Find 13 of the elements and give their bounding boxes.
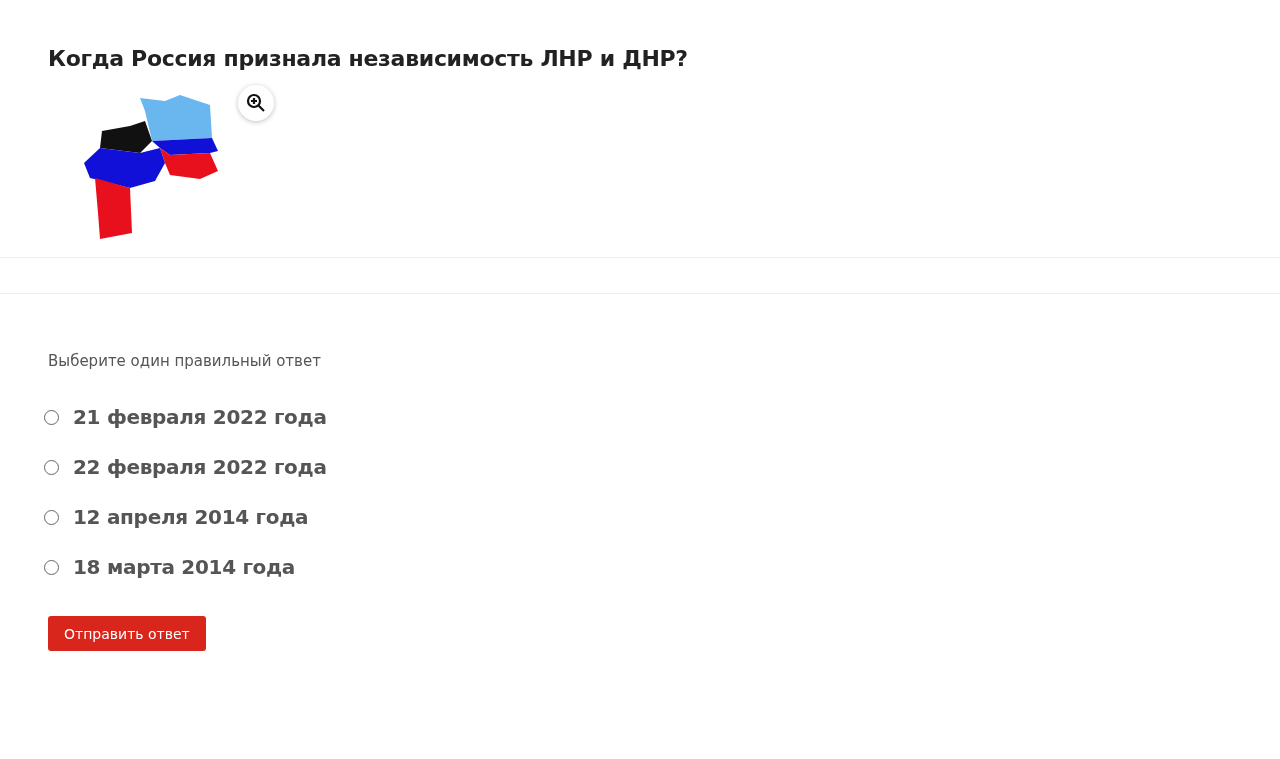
radio-button[interactable]	[44, 459, 59, 475]
option-label[interactable]: 18 марта 2014 года	[73, 555, 296, 579]
instruction-text: Выберите один правильный ответ	[48, 352, 322, 370]
option-label[interactable]: 21 февраля 2022 года	[73, 405, 327, 429]
radio-button[interactable]	[44, 409, 59, 425]
option-label[interactable]: 22 февраля 2022 года	[73, 455, 327, 479]
zoom-in-icon	[246, 93, 266, 113]
submit-button[interactable]: Отправить ответ	[48, 616, 206, 651]
radio-button[interactable]	[44, 509, 59, 525]
question-title: Когда Россия признала независимость ЛНР и ДНР?	[48, 46, 689, 71]
zoom-in-button[interactable]	[238, 85, 274, 121]
option-label[interactable]: 12 апреля 2014 года	[73, 505, 309, 529]
radio-button[interactable]	[44, 559, 59, 575]
